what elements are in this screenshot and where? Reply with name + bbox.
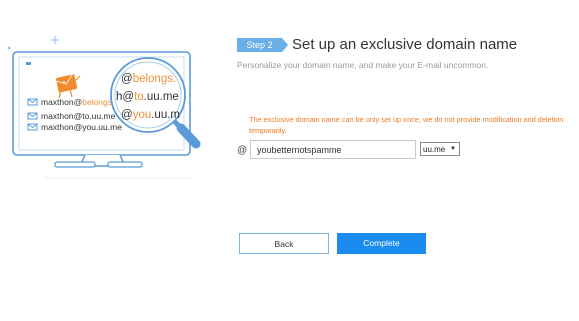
at-symbol-label: @ [237,145,248,156]
magnified-prefix: @ [121,109,133,121]
email-domain: belongs [82,97,112,107]
email-user: maxthon@ [41,111,82,121]
domain-illustration: maxthon@belongs maxthon@to.uu.me maxthon… [7,36,201,179]
email-domain: to.uu.me [82,111,115,121]
complete-button[interactable]: Complete [337,233,426,254]
domain-name-input[interactable]: youbetternotspamme [250,140,416,159]
email-user: maxthon@ [41,97,82,107]
magnified-rest: .uu.m [151,109,180,121]
step-badge: Step 2 [237,38,288,52]
svg-text:maxthon@you.uu.me: maxthon@you.uu.me [41,122,122,132]
magnified-prefix: h@ [116,91,134,103]
magnified-highlight: belongs. [133,73,176,85]
svg-text:h@to.uu.me: h@to.uu.me [116,91,179,103]
page-subtitle: Personalize your domain name, and make y… [237,60,489,70]
page-title: Set up an exclusive domain name [292,36,518,53]
domain-suffix-value: uu.me [423,145,446,154]
magnified-rest: .uu.me [144,91,179,103]
magnified-highlight: to [134,91,144,103]
svg-text:@belongs.: @belongs. [121,73,176,85]
svg-text:maxthon@to.uu.me: maxthon@to.uu.me [41,111,116,121]
back-button[interactable]: Back [239,233,329,254]
magnified-highlight: you [133,109,152,121]
svg-text:@you.uu.m: @you.uu.m [121,109,180,121]
warning-text: The exclusive domain name can be only se… [249,115,564,135]
email-domain: you.uu.me [82,122,122,132]
email-user: maxthon@ [41,122,82,132]
domain-suffix-select[interactable]: uu.me ▼ [420,142,460,156]
magnified-prefix: @ [121,73,133,85]
dropdown-arrow-icon: ▼ [450,146,456,152]
svg-text:maxthon@belongs: maxthon@belongs [41,97,112,107]
